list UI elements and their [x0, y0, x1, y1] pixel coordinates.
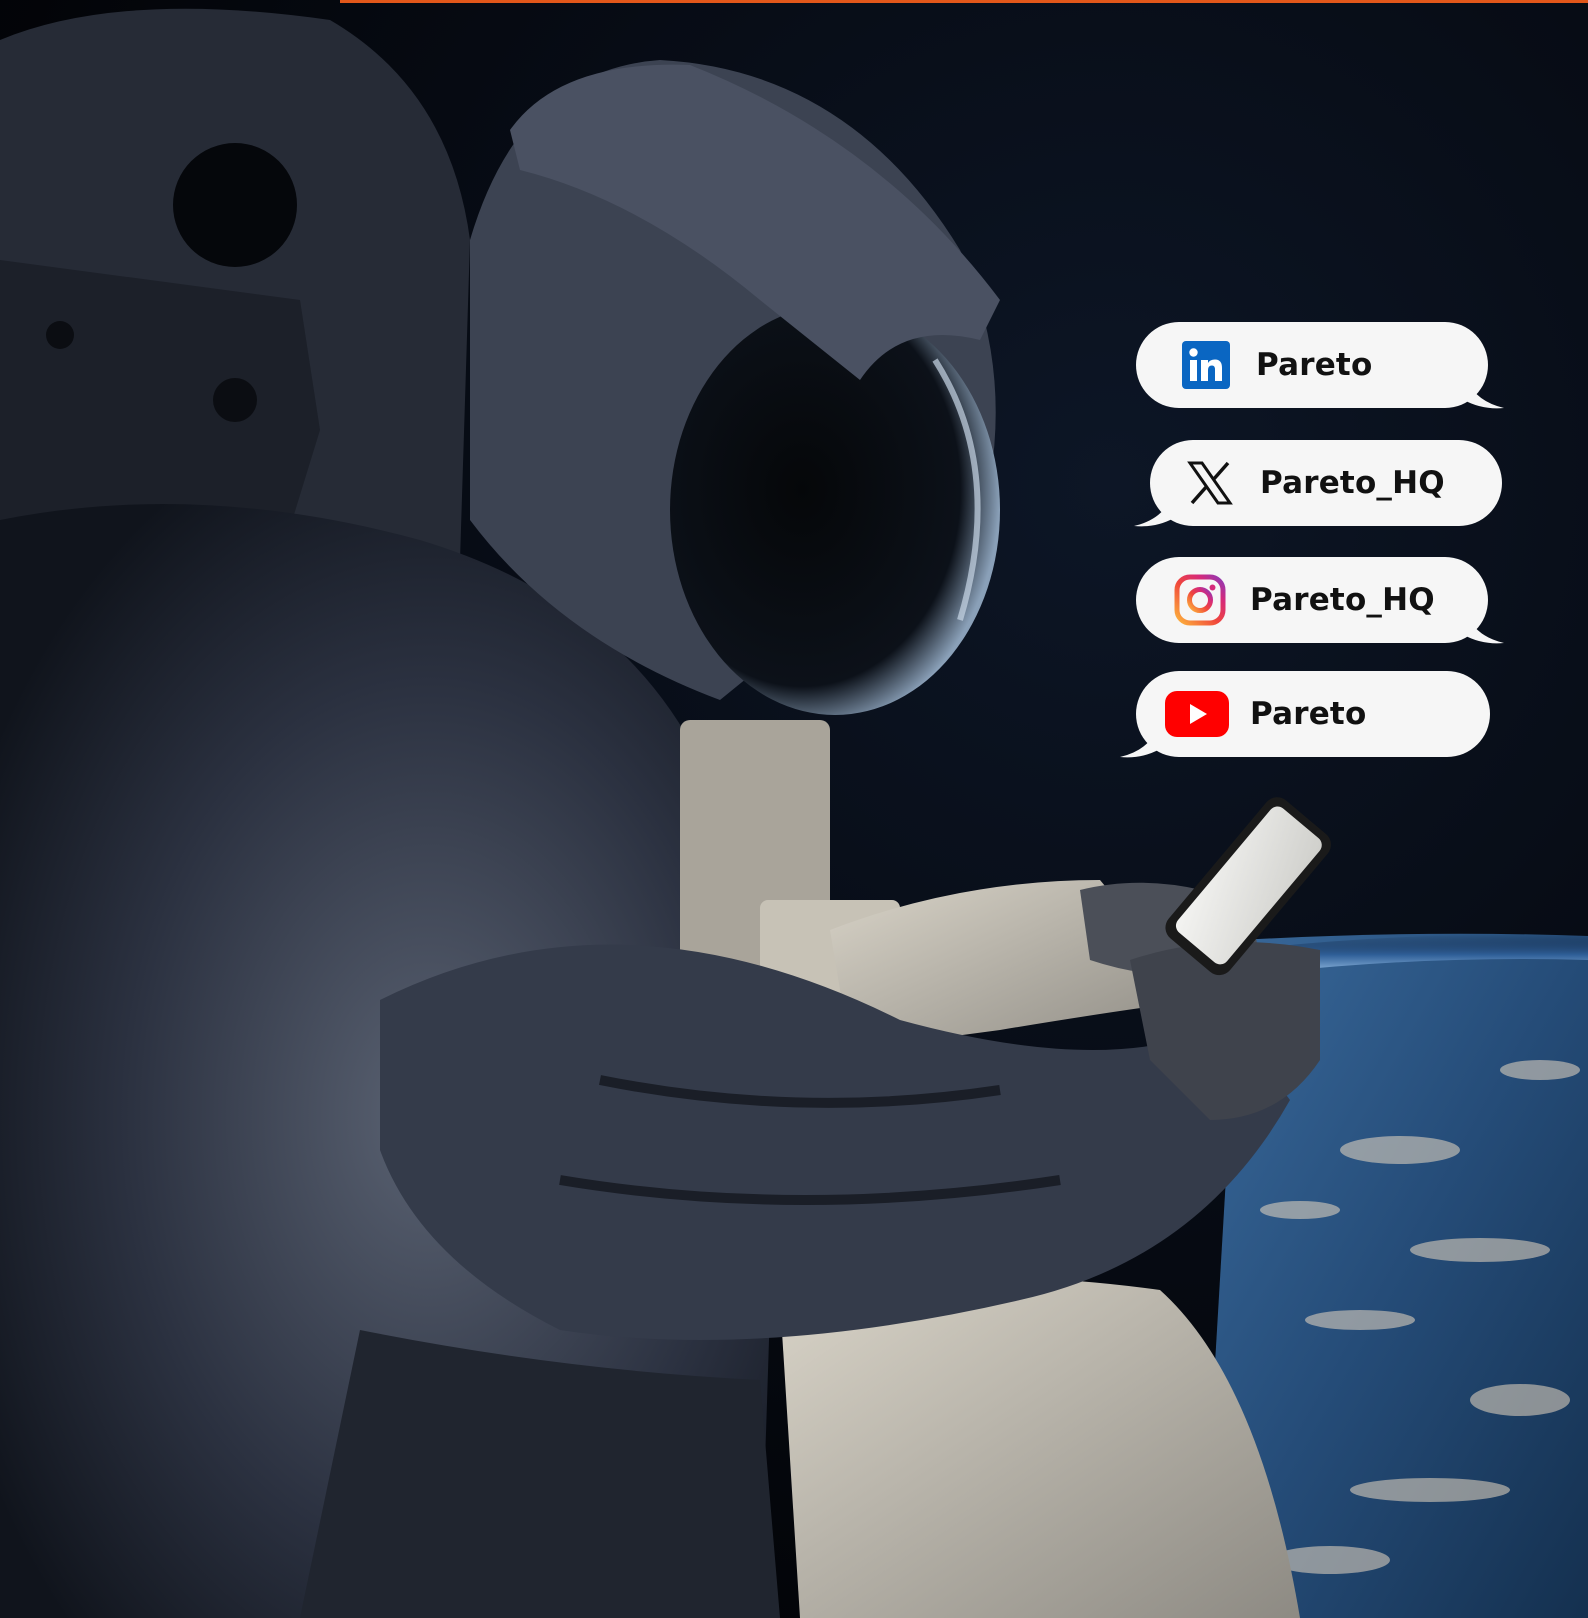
youtube-handle: Pareto [1250, 696, 1367, 732]
linkedin-icon [1176, 335, 1236, 395]
bubble-tail [1134, 488, 1174, 527]
x-link[interactable]: Pareto_HQ [1134, 440, 1502, 527]
x-icon [1180, 453, 1240, 513]
youtube-icon [1164, 684, 1230, 744]
instagram-icon [1170, 570, 1230, 630]
social-links: Pareto Pareto_HQ Pareto_HQ Pareto [0, 0, 1588, 1618]
linkedin-handle: Pareto [1256, 347, 1373, 383]
instagram-link[interactable]: Pareto_HQ [1136, 557, 1504, 644]
bubble-tail [1120, 719, 1160, 758]
bubble-tail [1464, 605, 1504, 644]
linkedin-link[interactable]: Pareto [1136, 322, 1504, 409]
x-handle: Pareto_HQ [1260, 465, 1445, 501]
youtube-link[interactable]: Pareto [1120, 671, 1490, 758]
bubble-tail [1464, 370, 1504, 409]
instagram-handle: Pareto_HQ [1250, 582, 1435, 618]
